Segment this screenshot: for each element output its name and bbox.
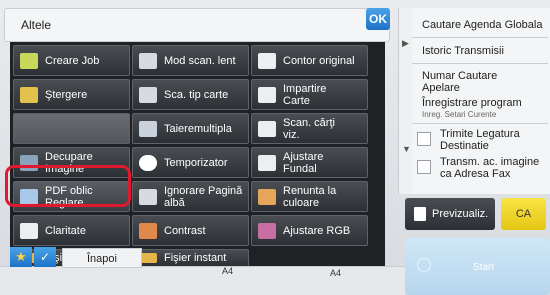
back-button[interactable]: Înapoi xyxy=(62,248,142,268)
divider xyxy=(412,37,548,38)
program-register-sub: Inreg. Setari Curente xyxy=(422,110,497,119)
rgb-adjust-icon xyxy=(258,222,276,239)
card-scan-button[interactable]: Scan. cărţi viz. xyxy=(251,113,368,144)
card-scan-icon xyxy=(258,120,276,137)
create-job-button[interactable]: Creare Job xyxy=(13,45,130,76)
multi-crop-icon xyxy=(139,120,157,137)
clear-all-button[interactable]: CA xyxy=(501,198,546,230)
paper-size-2: A4 xyxy=(330,268,342,278)
blank-page-skip-button[interactable]: Ignorare Pagină albă xyxy=(132,181,249,212)
star-icon[interactable]: ★ xyxy=(10,247,32,267)
send-link-checkbox[interactable] xyxy=(417,132,431,146)
book-divide-button[interactable]: Impartire Carte xyxy=(251,79,368,110)
timer-icon xyxy=(139,154,157,171)
multi-crop-button[interactable]: Taieremultipla xyxy=(132,113,249,144)
send-link-label: Trimite Legatura Destinatie xyxy=(440,128,520,152)
divider xyxy=(412,123,548,124)
original-counter-icon xyxy=(258,52,276,69)
ok-button[interactable]: OK xyxy=(366,8,390,30)
transmission-history-item[interactable]: Istoric Transmisii xyxy=(412,45,548,57)
empty-slot-button xyxy=(13,113,130,144)
program-register-item[interactable]: Înregistrare program Inreg. Setari Curen… xyxy=(412,97,548,121)
preview-icon xyxy=(414,207,426,221)
color-drop-icon xyxy=(258,188,276,205)
image-as-fax-label: Transm. ac. imagine ca Adresa Fax xyxy=(440,156,540,180)
highlight-frame xyxy=(5,165,131,207)
sharpness-icon xyxy=(20,222,38,239)
blank-page-skip-icon xyxy=(139,188,157,205)
erase-icon xyxy=(20,86,38,103)
contrast-icon xyxy=(139,222,157,239)
expand-arrow-icon[interactable]: ▶ xyxy=(402,38,409,49)
options-grid: Creare Job Mod scan. lent Contor origina… xyxy=(10,42,385,267)
contrast-button[interactable]: Contrast xyxy=(132,215,249,246)
background-adjust-icon xyxy=(258,154,276,171)
scroll-down-icon[interactable]: ▼ xyxy=(402,144,411,154)
rgb-adjust-button[interactable]: Ajustare RGB xyxy=(251,215,368,246)
color-drop-button[interactable]: Renunta la culoare xyxy=(251,181,368,212)
background-adjust-button[interactable]: Ajustare Fundal xyxy=(251,147,368,178)
slow-scan-icon xyxy=(139,52,157,69)
check-icon[interactable]: ✓ xyxy=(34,247,56,267)
book-scan-button[interactable]: Sca. tip carte xyxy=(132,79,249,110)
divider xyxy=(412,63,548,64)
bottom-bar xyxy=(0,266,405,295)
start-button[interactable]: Start xyxy=(405,238,550,295)
original-counter-button[interactable]: Contor original xyxy=(251,45,368,76)
screen: Altele OK Creare Job Mod scan. lent Cont… xyxy=(0,0,550,295)
book-divide-icon xyxy=(258,86,276,103)
program-register-label: Înregistrare program xyxy=(422,97,522,109)
start-icon xyxy=(417,258,431,272)
image-as-fax-checkbox[interactable] xyxy=(417,160,431,174)
right-panel-scrollbar[interactable]: ▶ ▼ xyxy=(398,8,412,194)
timer-button[interactable]: Temporizator xyxy=(132,147,249,178)
book-scan-icon xyxy=(139,86,157,103)
options-header: Altele OK xyxy=(4,8,390,42)
slow-scan-button[interactable]: Mod scan. lent xyxy=(132,45,249,76)
paper-size-1: A4 xyxy=(222,266,234,276)
search-number-item[interactable]: Numar Cautare Apelare xyxy=(412,70,522,94)
preview-button[interactable]: Previzualiz. xyxy=(405,198,495,230)
global-address-search-item[interactable]: Cautare Agenda Globala xyxy=(412,19,548,31)
header-title: Altele xyxy=(21,18,52,32)
sharpness-button[interactable]: Claritate xyxy=(13,215,130,246)
erase-button[interactable]: Ştergere xyxy=(13,79,130,110)
quick-file-button[interactable]: Fişier instant xyxy=(132,249,249,267)
create-job-icon xyxy=(20,52,38,69)
